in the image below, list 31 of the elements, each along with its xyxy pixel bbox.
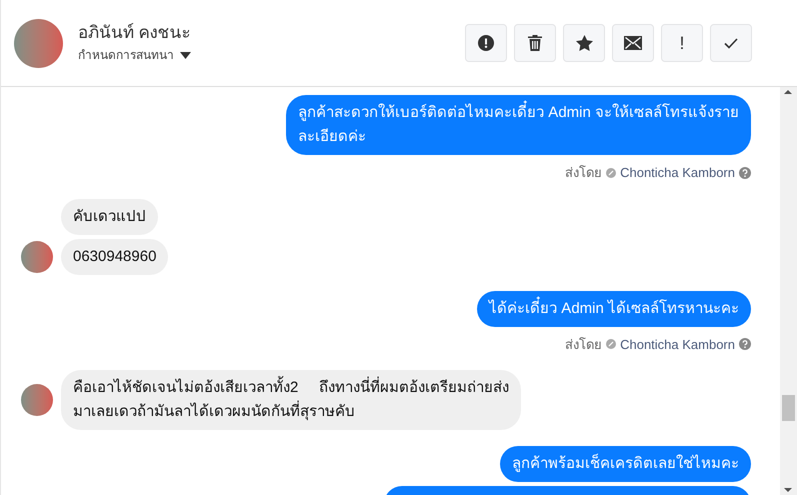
conversation-dropdown[interactable]: กำหนดการสนทนา — [78, 46, 191, 64]
contact-name: อภินันท์ คงชนะ — [78, 22, 191, 44]
message-bubble: คือเอาไห้ชัดเจนไม่ตอ้งเสียเวลาทั้ง2 ถึงทางนี่ที่ผมตอ้งเตรียมถ่ายส่ง มาเลยเดวถ้ามันลาได้เดวผมนัดกันที่สุราษคับ — [61, 370, 522, 430]
sent-by-label: ส่งโดย — [565, 164, 602, 182]
avatar — [21, 384, 53, 416]
sender-name: Chonticha Kamborn — [620, 336, 735, 354]
avatar — [21, 240, 53, 272]
important-button[interactable]: ! — [661, 24, 703, 62]
sent-by-label: ส่งโดย — [565, 336, 602, 354]
help-icon[interactable] — [739, 338, 751, 350]
message-bubble: คับเดวแปป — [61, 198, 158, 234]
report-button[interactable] — [465, 24, 507, 62]
alert-icon — [478, 35, 494, 51]
badge-icon — [606, 168, 616, 178]
star-button[interactable] — [563, 24, 605, 62]
message-bubble: 0630948960 — [61, 238, 168, 274]
badge-icon — [606, 339, 616, 350]
avatar — [14, 18, 63, 68]
trash-icon — [528, 35, 542, 51]
message-bubble: ลูกค้าสะดวกให้เบอร์ติดต่อไหมคะเดี๋ยว Admin จะให้เซลล์โทรแจ้งราย ละเอียดค่ะ — [286, 95, 751, 155]
envelope-icon — [624, 36, 642, 50]
mark-unread-button[interactable] — [612, 24, 654, 62]
delete-button[interactable] — [514, 24, 556, 62]
message-bubble: ได้ค่ะเดี๋ยว Admin ได้เซลล์โทรหานะคะ — [477, 290, 751, 326]
check-icon — [724, 38, 738, 48]
caret-icon — [180, 52, 191, 58]
help-icon[interactable] — [739, 166, 751, 179]
star-icon — [576, 35, 592, 51]
scrollbar[interactable] — [780, 87, 797, 495]
message-bubble: ลูกค้าพร้อมเช็คเครดิตเลยใช่ไหมคะ — [500, 446, 751, 482]
sender-name: Chonticha Kamborn — [620, 164, 735, 182]
